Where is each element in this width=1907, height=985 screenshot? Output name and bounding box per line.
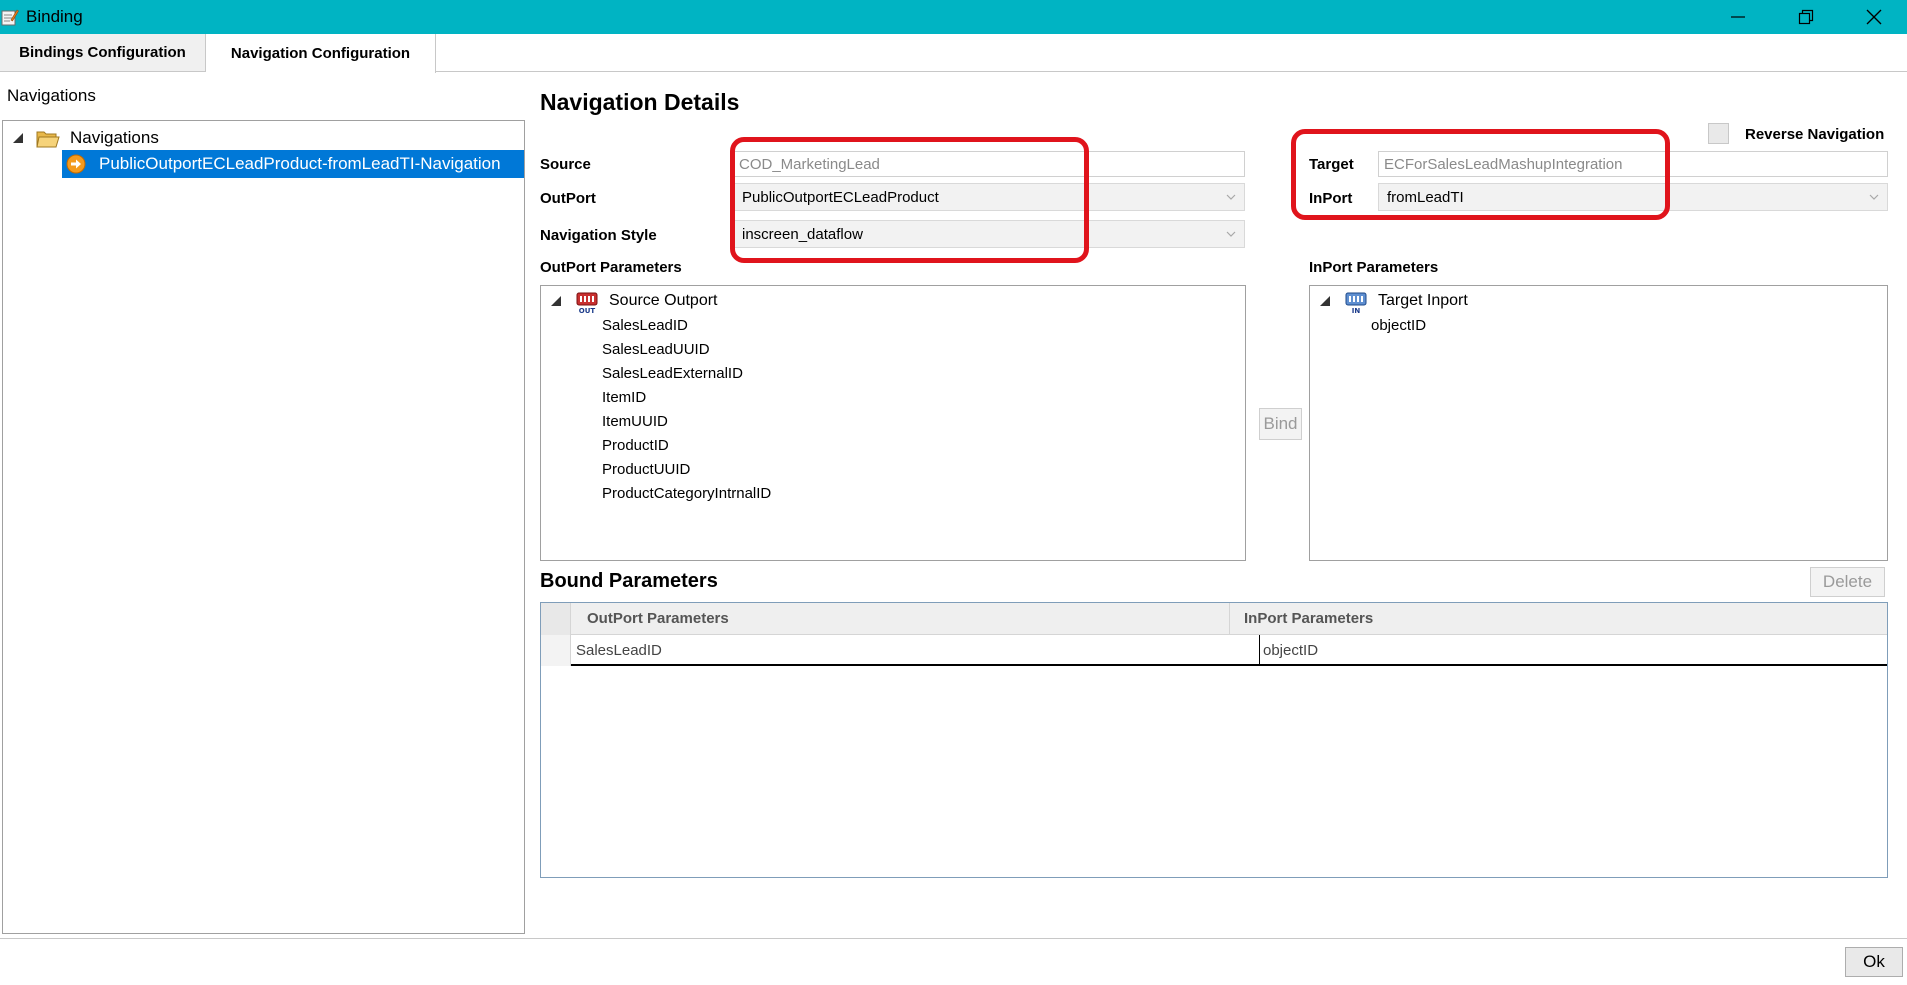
tree-expander-icon[interactable] (1320, 296, 1330, 306)
tree-item-label[interactable]: PublicOutportECLeadProduct-fromLeadTI-Na… (99, 154, 501, 174)
outport-label: OutPort (540, 190, 596, 207)
navigations-heading: Navigations (7, 86, 96, 105)
close-icon (1866, 9, 1882, 25)
highlight-box-source (730, 137, 1089, 263)
target-inport-node[interactable]: Target Inport (1378, 292, 1468, 310)
svg-text:OUT: OUT (579, 307, 596, 314)
chevron-down-icon (1226, 194, 1236, 200)
outport-parameters-heading: OutPort Parameters (540, 259, 682, 276)
folder-icon (36, 131, 60, 148)
chevron-down-icon (1869, 194, 1879, 200)
svg-text:IN: IN (1352, 307, 1361, 314)
inport-parameters-list[interactable]: IN Target Inport objectID (1309, 285, 1888, 561)
navigation-arrow-icon (66, 154, 86, 174)
list-item[interactable]: ProductCategoryIntrnalID (602, 485, 771, 502)
list-item[interactable]: SalesLeadUUID (602, 341, 710, 358)
minimize-icon (1731, 16, 1745, 18)
delete-button[interactable]: Delete (1810, 567, 1885, 597)
tab-navigation-configuration[interactable]: Navigation Configuration (206, 34, 436, 73)
source-outport-node[interactable]: Source Outport (609, 292, 718, 310)
list-item[interactable]: ItemID (602, 389, 646, 406)
tab-label: Bindings Configuration (19, 44, 186, 61)
source-label: Source (540, 156, 591, 173)
ok-button[interactable]: Ok (1845, 947, 1903, 977)
column-header-outport[interactable]: OutPort Parameters (587, 610, 729, 627)
bind-button[interactable]: Bind (1259, 408, 1302, 440)
bound-parameters-grid[interactable]: OutPort Parameters InPort Parameters Sal… (540, 602, 1888, 878)
footer-divider (0, 938, 1907, 939)
minimize-button[interactable] (1704, 0, 1772, 34)
grid-header: OutPort Parameters InPort Parameters (541, 603, 1887, 635)
list-item[interactable]: objectID (1371, 317, 1426, 334)
navigation-style-label: Navigation Style (540, 227, 657, 244)
cell-divider (1259, 635, 1260, 664)
close-button[interactable] (1840, 0, 1907, 34)
reverse-navigation-checkbox[interactable] (1708, 123, 1729, 144)
bound-parameters-heading: Bound Parameters (540, 570, 718, 592)
restore-button[interactable] (1772, 0, 1840, 34)
list-item[interactable]: SalesLeadExternalID (602, 365, 743, 382)
chevron-down-icon (1226, 231, 1236, 237)
column-divider (1229, 603, 1230, 635)
tab-bindings-configuration[interactable]: Bindings Configuration (0, 34, 206, 72)
cell-outport[interactable]: SalesLeadID (576, 642, 662, 659)
table-row[interactable]: SalesLeadID objectID (541, 635, 1887, 666)
reverse-navigation-label: Reverse Navigation (1745, 126, 1885, 143)
inport-parameters-heading: InPort Parameters (1309, 259, 1439, 276)
navigation-details-heading: Navigation Details (540, 89, 740, 115)
row-header[interactable] (541, 635, 571, 666)
list-item[interactable]: ProductID (602, 437, 669, 454)
column-header-inport[interactable]: InPort Parameters (1244, 610, 1373, 627)
tree-expander-icon[interactable] (551, 296, 561, 306)
title-bar: Binding (0, 0, 1907, 34)
cell-inport[interactable]: objectID (1263, 642, 1318, 659)
window-title: Binding (26, 7, 83, 26)
row-cells: SalesLeadID objectID (571, 635, 1887, 666)
tab-strip: Bindings Configuration Navigation Config… (0, 34, 1907, 73)
tab-label: Navigation Configuration (230, 45, 411, 62)
outport-parameters-list[interactable]: OUT Source Outport SalesLeadID SalesLead… (540, 285, 1246, 561)
outport-icon: OUT (576, 292, 598, 314)
restore-icon (1798, 9, 1814, 25)
highlight-box-target (1291, 129, 1670, 220)
binding-app-icon (1, 9, 19, 26)
list-item[interactable]: ItemUUID (602, 413, 668, 430)
list-item[interactable]: SalesLeadID (602, 317, 688, 334)
inport-icon: IN (1345, 292, 1367, 314)
tree-root-label[interactable]: Navigations (70, 128, 159, 148)
tree-expander-icon[interactable] (13, 133, 23, 143)
grid-corner (541, 603, 571, 635)
navigations-tree[interactable]: Navigations PublicOutportECLeadProduct-f… (2, 120, 525, 934)
list-item[interactable]: ProductUUID (602, 461, 690, 478)
